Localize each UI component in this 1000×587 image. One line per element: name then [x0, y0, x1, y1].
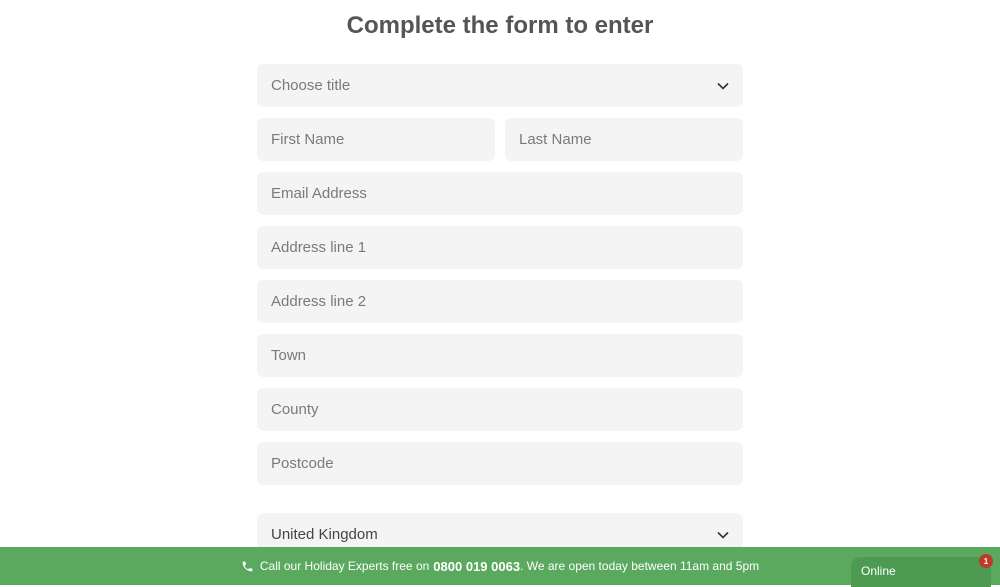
- chat-widget-tab[interactable]: Online: [851, 557, 991, 587]
- call-banner-suffix: . We are open today between 11am and 5pm: [520, 559, 760, 573]
- county-placeholder: County: [271, 401, 319, 418]
- title-select-value: Choose title: [271, 77, 351, 94]
- last-name-field[interactable]: Last Name: [505, 118, 743, 161]
- postcode-placeholder: Postcode: [271, 455, 334, 472]
- page-title: Complete the form to enter: [346, 12, 654, 39]
- county-field[interactable]: County: [257, 388, 743, 431]
- town-placeholder: Town: [271, 347, 307, 364]
- chat-status: Online: [861, 564, 896, 578]
- email-placeholder: Email Address: [271, 185, 367, 202]
- address-line-1-placeholder: Address line 1: [271, 239, 367, 256]
- address-line-1-field[interactable]: Address line 1: [257, 226, 743, 269]
- last-name-placeholder: Last Name: [519, 131, 592, 148]
- address-line-2-placeholder: Address line 2: [271, 293, 367, 310]
- first-name-field[interactable]: First Name: [257, 118, 495, 161]
- address-line-2-field[interactable]: Address line 2: [257, 280, 743, 323]
- town-field[interactable]: Town: [257, 334, 743, 377]
- email-field[interactable]: Email Address: [257, 172, 743, 215]
- phone-icon: [242, 561, 253, 571]
- postcode-field[interactable]: Postcode: [257, 442, 743, 485]
- chevron-down-icon: [717, 531, 729, 539]
- title-select[interactable]: Choose title: [257, 64, 743, 107]
- call-banner: Call our Holiday Experts free on 0800 01…: [0, 547, 1000, 585]
- phone-number-link[interactable]: 0800 019 0063: [433, 559, 520, 574]
- call-banner-prefix: Call our Holiday Experts free on: [259, 559, 430, 573]
- country-select-value: United Kingdom: [271, 526, 378, 543]
- notification-badge: 1: [979, 554, 993, 568]
- chevron-down-icon: [717, 82, 729, 90]
- first-name-placeholder: First Name: [271, 131, 345, 148]
